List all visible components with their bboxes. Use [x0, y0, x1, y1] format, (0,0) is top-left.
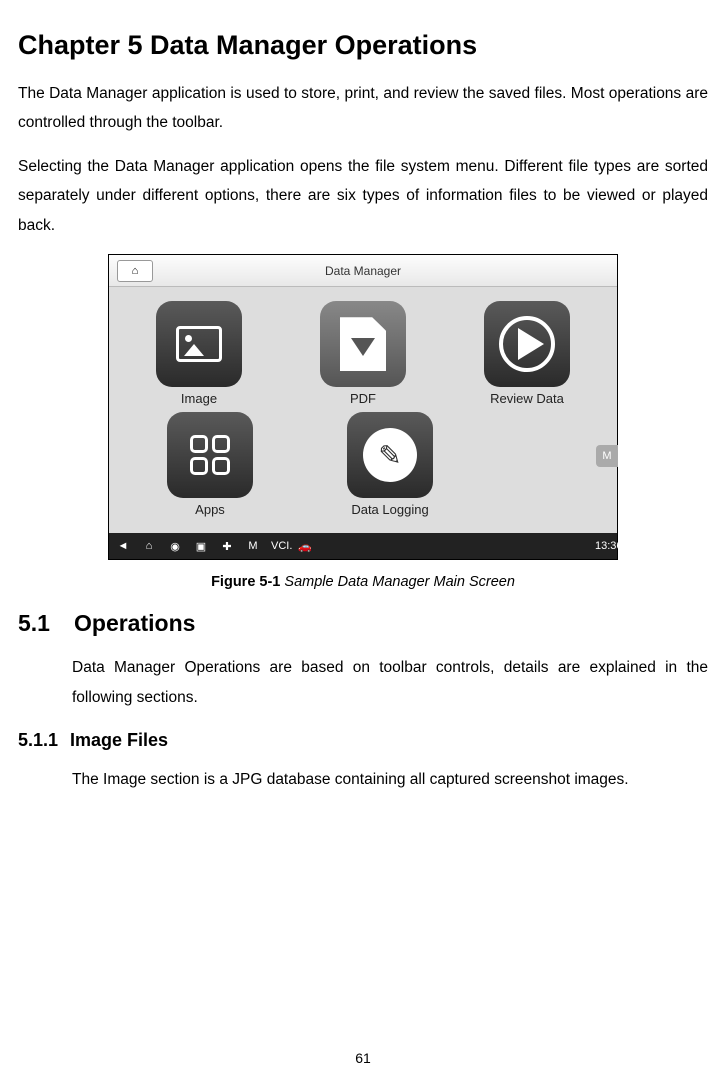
subsection-title: Image Files	[70, 730, 168, 750]
screenshot-figure: ⌂ Data Manager Image PDF Review Data	[108, 254, 618, 560]
figure-number: Figure 5-1	[211, 574, 284, 590]
page-number: 61	[355, 1050, 371, 1066]
subsection-para: The Image section is a JPG database cont…	[72, 765, 708, 794]
tile-grid: Image PDF Review Data Apps ✎ Da	[109, 287, 617, 533]
home-nav-icon[interactable]: ⌂	[141, 540, 157, 552]
section-title: Operations	[74, 610, 195, 636]
play-icon	[484, 301, 570, 387]
topbar-title: Data Manager	[325, 264, 401, 278]
section-para: Data Manager Operations are based on too…	[72, 653, 708, 712]
clock-text: 13:36	[595, 540, 611, 552]
home-icon[interactable]: ⌂	[117, 260, 153, 282]
intro-para-2: Selecting the Data Manager application o…	[18, 152, 708, 240]
app2-icon[interactable]: M	[245, 540, 261, 552]
app1-icon[interactable]: ✚	[219, 540, 235, 553]
tile-apps[interactable]: Apps	[135, 412, 285, 517]
browser-icon[interactable]: ◉	[167, 540, 183, 553]
vci-icon[interactable]: VCI.	[271, 540, 287, 552]
tile-label: Apps	[135, 502, 285, 517]
figure-title: Sample Data Manager Main Screen	[284, 574, 515, 590]
tile-label: Review Data	[452, 391, 602, 406]
intro-para-1: The Data Manager application is used to …	[18, 79, 708, 138]
image-icon	[156, 301, 242, 387]
subsection-heading: 5.1.1Image Files	[18, 730, 708, 751]
camera-icon[interactable]: ▣	[193, 540, 209, 553]
chapter-title: Chapter 5 Data Manager Operations	[18, 30, 708, 61]
pencil-icon: ✎	[347, 412, 433, 498]
section-number: 5.1	[18, 610, 74, 637]
tile-data-logging[interactable]: ✎ Data Logging	[315, 412, 465, 517]
tile-review-data[interactable]: Review Data	[452, 301, 602, 406]
tile-image[interactable]: Image	[124, 301, 274, 406]
screenshot-topbar: ⌂ Data Manager	[109, 255, 617, 287]
back-icon[interactable]: ◄	[115, 540, 131, 552]
screenshot-bottombar: ◄ ⌂ ◉ ▣ ✚ M VCI. 🚗 13:36	[109, 533, 617, 559]
pdf-icon	[320, 301, 406, 387]
tile-label: Data Logging	[315, 502, 465, 517]
side-badge[interactable]: M	[596, 445, 618, 467]
tile-pdf[interactable]: PDF	[288, 301, 438, 406]
section-heading: 5.1Operations	[18, 610, 708, 637]
figure-caption: Figure 5-1 Sample Data Manager Main Scre…	[18, 574, 708, 590]
car-icon[interactable]: 🚗	[297, 540, 313, 553]
tile-label: PDF	[288, 391, 438, 406]
tile-label: Image	[124, 391, 274, 406]
apps-icon	[167, 412, 253, 498]
figure-wrapper: ⌂ Data Manager Image PDF Review Data	[18, 254, 708, 560]
subsection-number: 5.1.1	[18, 730, 70, 751]
